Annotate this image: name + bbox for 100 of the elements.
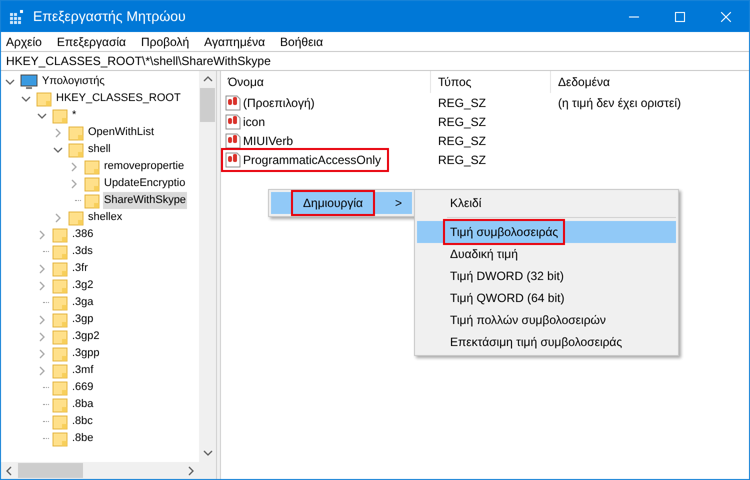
folder-icon (84, 176, 100, 192)
menu-item[interactable]: Τιμή πολλών συμβολοσειρών (417, 309, 676, 331)
tree-item[interactable]: shell (87, 141, 112, 158)
menu-item-label: Τιμή DWORD (32 bit) (449, 268, 565, 285)
menu-item[interactable]: Τιμή QWORD (64 bit) (417, 287, 676, 309)
tree-item[interactable]: .8be (71, 430, 94, 447)
folder-icon (36, 90, 52, 106)
collapse-chevron-icon[interactable] (21, 94, 31, 104)
tree-item[interactable]: .3ds (71, 243, 94, 260)
tree-item[interactable]: HKEY_CLASSES_ROOT (55, 90, 182, 107)
folder-icon (52, 244, 68, 260)
column-header[interactable]: Δεδομένα (551, 71, 749, 93)
scroll-thumb[interactable] (200, 88, 215, 122)
expand-chevron-icon[interactable] (37, 366, 47, 376)
tree-item[interactable]: OpenWithList (87, 124, 156, 141)
menu-item[interactable]: Επεκτάσιμη τιμή συμβολοσειράς (417, 331, 676, 353)
tree-connector (43, 387, 49, 388)
expand-chevron-icon[interactable] (37, 314, 47, 324)
collapse-chevron-icon[interactable] (37, 110, 47, 120)
tree-item[interactable]: * (71, 107, 78, 124)
folder-icon (52, 226, 68, 242)
tree-item[interactable]: .3gp (71, 311, 94, 328)
tree-item[interactable]: .8ba (71, 396, 94, 413)
value-name-cell[interactable]: MIUIVerb (223, 130, 296, 150)
folder-icon (52, 396, 68, 412)
submenu-arrow: > (394, 195, 402, 212)
menu-item-label: Τιμή συμβολοσειράς (445, 221, 564, 243)
table-cell-text: (η τιμή δεν έχει οριστεί) (557, 94, 682, 112)
computer-icon (20, 74, 38, 90)
table-cell-text: REG_SZ (437, 132, 488, 150)
menu-item[interactable]: Αρχείο (6, 32, 42, 50)
tree-item[interactable]: .669 (71, 379, 94, 396)
tree-item[interactable]: .386 (71, 226, 94, 243)
folder-icon (68, 210, 84, 226)
tree-item[interactable]: ShareWithSkype (103, 192, 187, 209)
expand-chevron-icon[interactable] (69, 178, 79, 188)
registry-icon (9, 8, 25, 24)
string-value-icon (225, 152, 241, 168)
menu-item[interactable]: Βοήθεια (280, 32, 324, 50)
expand-chevron-icon[interactable] (69, 162, 79, 172)
menu-item-label: Δημιουργία (293, 192, 373, 214)
expand-chevron-icon[interactable] (37, 230, 47, 240)
tree-item[interactable]: removepropertie (103, 158, 186, 175)
scroll-thumb[interactable] (18, 463, 83, 478)
folder-icon (52, 430, 68, 446)
tree-item[interactable]: shellex (87, 209, 124, 226)
expand-chevron-icon[interactable] (37, 348, 47, 358)
menu-item[interactable]: Κλειδί (417, 192, 676, 214)
collapse-chevron-icon[interactable] (5, 76, 15, 86)
menu-item[interactable]: Δυαδική τιμή (417, 243, 676, 265)
folder-icon (68, 124, 84, 140)
folder-icon (52, 328, 68, 344)
folder-icon (52, 346, 68, 362)
tree-connector (43, 251, 49, 252)
tree-item[interactable]: .8bc (71, 413, 94, 430)
expand-chevron-icon[interactable] (53, 212, 63, 222)
tree-item[interactable]: Υπολογιστής (41, 73, 106, 90)
menu-item[interactable]: Αγαπημένα (204, 32, 266, 50)
value-name: (Προεπιλογή) (243, 94, 315, 112)
folder-icon (84, 192, 100, 208)
vertical-scrollbar[interactable] (199, 71, 216, 462)
window-title: Επεξεργαστής Μητρώου (33, 7, 186, 26)
value-name-cell[interactable]: ProgrammaticAccessOnly (223, 150, 388, 170)
expand-chevron-icon[interactable] (37, 332, 47, 342)
menu-item-label: Δυαδική τιμή (449, 246, 519, 263)
folder-icon (52, 414, 68, 430)
string-value-icon (225, 132, 241, 148)
horizontal-scrollbar[interactable] (1, 462, 216, 479)
table-cell-text: REG_SZ (437, 152, 488, 168)
tree-connector (43, 421, 49, 422)
close-icon (721, 12, 731, 22)
tree-item[interactable]: .3ga (71, 294, 94, 311)
tree-connector (43, 404, 49, 405)
tree-item[interactable]: .3mf (71, 362, 94, 379)
expand-chevron-icon[interactable] (53, 128, 63, 138)
expand-chevron-icon[interactable] (37, 280, 47, 290)
folder-icon (84, 158, 100, 174)
column-header[interactable]: Τύπος (431, 71, 551, 93)
address-field[interactable]: HKEY_CLASSES_ROOT\*\shell\ShareWithSkype (1, 51, 749, 71)
menu-item[interactable]: Τιμή συμβολοσειράς (417, 221, 676, 243)
expand-chevron-icon[interactable] (37, 264, 47, 274)
value-name-cell[interactable]: icon (223, 112, 268, 132)
menu-item[interactable]: Τιμή DWORD (32 bit) (417, 265, 676, 287)
collapse-chevron-icon[interactable] (53, 144, 63, 154)
folder-icon (52, 108, 68, 124)
value-name-cell[interactable]: (Προεπιλογή) (223, 92, 317, 112)
menu-item[interactable]: Δημιουργία > (271, 192, 412, 214)
folder-icon (52, 380, 68, 396)
column-header[interactable]: Όνομα (221, 71, 431, 93)
menu-item-label: Επεκτάσιμη τιμή συμβολοσειράς (449, 334, 624, 351)
menu-item-label: Τιμή πολλών συμβολοσειρών (449, 312, 607, 329)
table-cell-text: REG_SZ (437, 114, 488, 130)
menu-item[interactable]: Προβολή (140, 32, 190, 50)
menu-item[interactable]: Επεξεργασία (56, 32, 126, 50)
tree-item[interactable]: .3gp2 (71, 328, 101, 345)
tree-item[interactable]: UpdateEncryptio (103, 175, 186, 192)
tree-item[interactable]: .3gpp (71, 345, 101, 362)
folder-icon (52, 294, 68, 310)
tree-item[interactable]: .3fr (71, 260, 89, 277)
tree-item[interactable]: .3g2 (71, 277, 94, 294)
